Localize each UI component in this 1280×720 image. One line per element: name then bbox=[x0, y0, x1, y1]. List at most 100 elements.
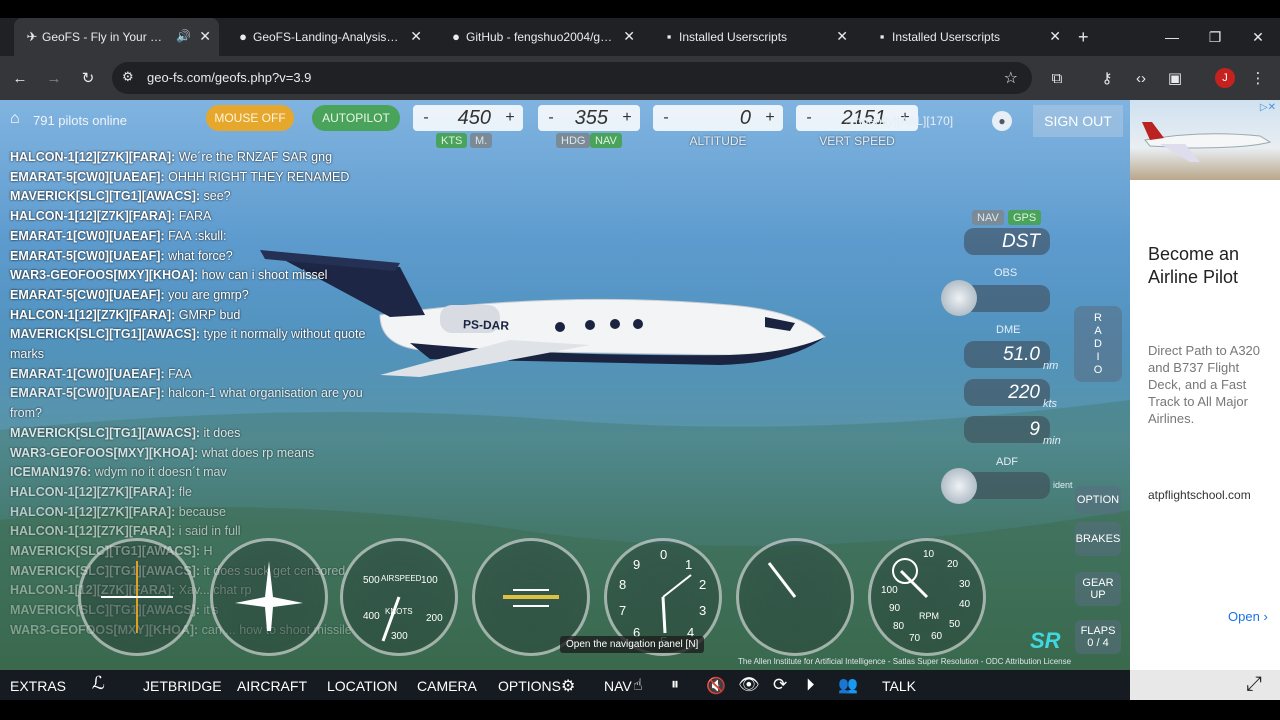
chat-message: HALCON-1[12][Z7K][FARA]: Xav... chat rp bbox=[10, 581, 390, 601]
fullscreen-icon[interactable]: ⤢ bbox=[1246, 673, 1262, 696]
heading-value[interactable]: 355 bbox=[564, 107, 614, 130]
new-tab-button[interactable]: + bbox=[1078, 27, 1089, 48]
side-panel-icon[interactable]: ▣ bbox=[1163, 66, 1187, 90]
location-button[interactable]: LOCATION bbox=[327, 678, 398, 694]
aircraft-button[interactable]: AIRCRAFT bbox=[237, 678, 307, 694]
restore-icon[interactable]: ❐ bbox=[1195, 18, 1235, 56]
ad-open-link[interactable]: Open › bbox=[1228, 609, 1268, 624]
obs-knob[interactable] bbox=[941, 280, 977, 316]
forward-icon[interactable]: → bbox=[42, 66, 66, 90]
speed-increase-button[interactable]: + bbox=[497, 109, 523, 127]
altitude-increase-button[interactable]: + bbox=[757, 109, 783, 127]
menu-kebab-icon[interactable]: ⋮ bbox=[1246, 66, 1270, 90]
heading-increase-button[interactable]: + bbox=[614, 109, 640, 127]
flaps-button[interactable]: FLAPS 0 / 4 bbox=[1075, 620, 1121, 654]
heading-mode-nav[interactable]: NAV bbox=[590, 133, 622, 148]
bookmark-star-icon[interactable]: ☆ bbox=[1004, 68, 1018, 88]
chat-sender[interactable]: EMARAT-1[CW0][UAEAF]: bbox=[10, 367, 165, 381]
ad-domain[interactable]: atpflightschool.com bbox=[1148, 488, 1251, 502]
chat-text: wdym no it doesn´t mav bbox=[94, 465, 227, 480]
chat-sender[interactable]: HALCON-1[12][Z7K][FARA]: bbox=[10, 209, 175, 223]
close-window-icon[interactable]: ✕ bbox=[1238, 18, 1278, 56]
tab-github-fengshuo[interactable]: ● GitHub - fengshuo2004/geof ✕ bbox=[438, 18, 643, 56]
chat-sender[interactable]: MAVERICK[SLC][TG1][AWACS]: bbox=[10, 189, 200, 203]
close-icon[interactable]: ✕ bbox=[410, 28, 422, 45]
close-icon[interactable]: ✕ bbox=[836, 28, 848, 45]
jetbridge-button[interactable]: JETBRIDGE bbox=[143, 678, 222, 694]
heading-decrease-button[interactable]: - bbox=[538, 109, 564, 127]
gps-mode-toggle[interactable]: GPS bbox=[1008, 210, 1042, 225]
radio-panel-button[interactable]: RADIO bbox=[1074, 306, 1122, 382]
user-icon[interactable]: ● bbox=[992, 111, 1012, 131]
extras-button[interactable]: EXTRAS bbox=[10, 678, 66, 694]
players-icon[interactable]: 👥 bbox=[838, 675, 858, 695]
option-button[interactable]: OPTION bbox=[1075, 486, 1121, 514]
ad-panel[interactable]: ▷✕ Become an Airline Pilot Direct Path t… bbox=[1130, 100, 1280, 670]
chat-sender[interactable]: MAVERICK[SLC][TG1][AWACS]: bbox=[10, 426, 200, 440]
tab-landing-analysis[interactable]: ● GeoFS-Landing-Analysis/main ✕ bbox=[225, 18, 430, 56]
ad-choices-icon[interactable]: ▷✕ bbox=[1260, 102, 1276, 113]
geofs-logo-icon[interactable]: ℒ bbox=[92, 673, 105, 694]
tab-userscripts-2[interactable]: ▪ Installed Userscripts ✕ bbox=[864, 18, 1069, 56]
chat-sender[interactable]: WAR3-GEOFOOS[MXY][KHOA]: bbox=[10, 446, 198, 460]
dme-distance-value: 51.0 bbox=[964, 341, 1050, 368]
chat-message: MAVERICK[SLC][TG1][AWACS]: see? bbox=[10, 187, 390, 207]
site-info-icon[interactable]: ⚙ bbox=[122, 69, 134, 85]
sign-out-button[interactable]: SIGN OUT bbox=[1033, 105, 1123, 137]
chat-sender[interactable]: ICEMAN1976: bbox=[10, 465, 91, 479]
altitude-value[interactable]: 0 bbox=[679, 107, 757, 130]
profile-avatar[interactable]: J bbox=[1213, 66, 1237, 90]
code-icon[interactable]: ‹› bbox=[1129, 66, 1153, 90]
geofs-viewport[interactable]: PS-DAR ⌂ 791 pilots online MOUSE OFF AUT… bbox=[0, 100, 1130, 670]
heading-mode-hdg[interactable]: HDG bbox=[556, 133, 591, 148]
mute-icon[interactable]: 🔇 bbox=[706, 676, 726, 696]
address-bar[interactable]: ⚙ geo-fs.com/geofs.php?v=3.9 ☆ bbox=[112, 62, 1032, 94]
map-attribution: The Allen Institute for Artificial Intel… bbox=[738, 657, 1072, 666]
talk-button[interactable]: TALK bbox=[882, 678, 916, 694]
back-icon[interactable]: ← bbox=[8, 66, 32, 90]
reset-icon[interactable]: ⟳ bbox=[773, 675, 787, 695]
speed-decrease-button[interactable]: - bbox=[413, 109, 439, 127]
altitude-decrease-button[interactable]: - bbox=[653, 109, 679, 127]
vspeed-decrease-button[interactable]: - bbox=[796, 109, 822, 127]
chat-sender[interactable]: MAVERICK[SLC][TG1][AWACS]: bbox=[10, 327, 200, 341]
chat-sender[interactable]: HALCON-1[12][Z7K][FARA]: bbox=[10, 485, 175, 499]
brakes-button[interactable]: BRAKES bbox=[1075, 522, 1121, 556]
camera-button[interactable]: CAMERA bbox=[417, 678, 477, 694]
chat-sender[interactable]: HALCON-1[12][Z7K][FARA]: bbox=[10, 308, 175, 322]
play-icon[interactable]: ⏵ bbox=[806, 675, 815, 695]
password-key-icon[interactable]: ⚷ bbox=[1095, 66, 1119, 90]
minimize-icon[interactable]: — bbox=[1152, 18, 1192, 56]
speaker-icon[interactable]: 🔊 bbox=[176, 29, 191, 43]
close-icon[interactable]: ✕ bbox=[623, 28, 635, 45]
chat-sender[interactable]: HALCON-1[12][Z7K][FARA]: bbox=[10, 505, 175, 519]
close-icon[interactable]: ✕ bbox=[199, 28, 211, 45]
home-icon[interactable]: ⌂ bbox=[10, 110, 20, 128]
close-icon[interactable]: ✕ bbox=[1049, 28, 1061, 45]
chat-sender[interactable]: EMARAT-5[CW0][UAEAF]: bbox=[10, 170, 165, 184]
mouse-control-button[interactable]: MOUSE OFF bbox=[206, 105, 294, 131]
reload-icon[interactable]: ↻ bbox=[76, 66, 100, 90]
gear-icon[interactable]: ⚙ bbox=[561, 676, 575, 696]
eye-icon[interactable]: 👁 bbox=[738, 675, 760, 695]
options-button[interactable]: OPTIONS bbox=[498, 678, 561, 694]
chat-sender[interactable]: HALCON-1[12][Z7K][FARA]: bbox=[10, 524, 175, 538]
extensions-icon[interactable]: ⧉ bbox=[1045, 66, 1069, 90]
chat-sender[interactable]: EMARAT-5[CW0][UAEAF]: bbox=[10, 249, 165, 263]
speed-unit-kts[interactable]: KTS bbox=[436, 133, 468, 148]
speed-value[interactable]: 450 bbox=[439, 107, 497, 130]
tab-userscripts-1[interactable]: ▪ Installed Userscripts ✕ bbox=[651, 18, 856, 56]
pause-icon[interactable]: ⏸ bbox=[671, 676, 679, 694]
chat-sender[interactable]: WAR3-GEOFOOS[MXY][KHOA]: bbox=[10, 268, 198, 282]
chat-sender[interactable]: EMARAT-5[CW0][UAEAF]: bbox=[10, 386, 165, 400]
tab-geofs[interactable]: ✈ GeoFS - Fly in Your Web B 🔊 ✕ bbox=[14, 18, 219, 56]
autopilot-button[interactable]: AUTOPILOT bbox=[312, 105, 400, 131]
gear-button[interactable]: GEAR UP bbox=[1075, 572, 1121, 606]
speed-unit-mach[interactable]: M. bbox=[470, 133, 493, 148]
nav-mode-toggle[interactable]: NAV bbox=[972, 210, 1004, 225]
adf-knob[interactable] bbox=[941, 468, 977, 504]
chat-sender[interactable]: EMARAT-5[CW0][UAEAF]: bbox=[10, 288, 165, 302]
nav-button[interactable]: NAV bbox=[604, 678, 632, 694]
chat-sender[interactable]: HALCON-1[12][Z7K][FARA]: bbox=[10, 150, 175, 164]
chat-sender[interactable]: EMARAT-1[CW0][UAEAF]: bbox=[10, 229, 165, 243]
